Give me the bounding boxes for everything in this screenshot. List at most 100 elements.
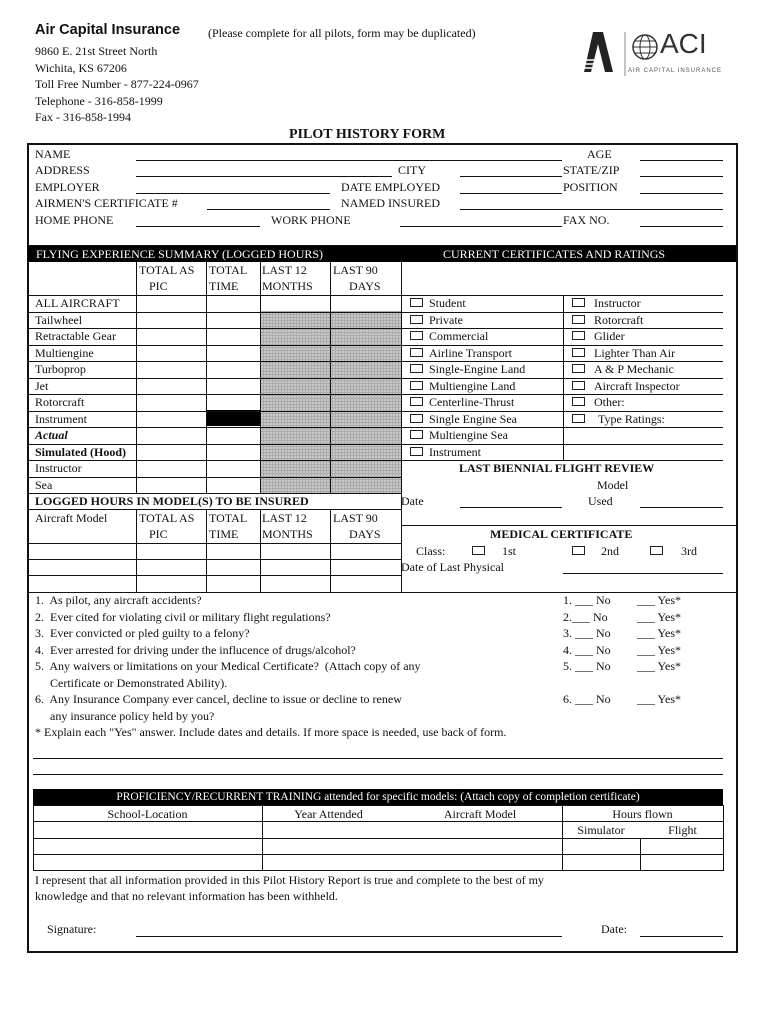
- hours-cell[interactable]: [208, 412, 258, 426]
- checkbox-0[interactable]: [410, 298, 423, 307]
- signature-field[interactable]: [136, 924, 562, 937]
- home-phone-field[interactable]: [136, 214, 260, 227]
- model-hours-cell[interactable]: [332, 576, 399, 590]
- date-field[interactable]: [640, 924, 723, 937]
- hours-cell[interactable]: [208, 362, 258, 376]
- answer-no[interactable]: 6. ___ No: [563, 692, 611, 706]
- named-insured-field[interactable]: [460, 197, 723, 210]
- checkbox-7[interactable]: [410, 413, 423, 423]
- class-1st-checkbox[interactable]: [472, 546, 485, 555]
- age-field[interactable]: [640, 148, 723, 161]
- hours-cell[interactable]: [208, 445, 258, 459]
- answer-no[interactable]: 3. ___ No: [563, 626, 611, 640]
- answer-yes[interactable]: ___ Yes*: [637, 593, 681, 607]
- model-hours-cell[interactable]: [332, 560, 399, 574]
- hours-cell[interactable]: [208, 346, 258, 360]
- hours-cell[interactable]: [138, 395, 204, 409]
- last-physical-field[interactable]: [563, 561, 723, 574]
- state-zip-field[interactable]: [640, 164, 723, 177]
- model-hours-cell[interactable]: [332, 544, 399, 558]
- checkbox-4[interactable]: [410, 364, 423, 373]
- checkbox-right-5[interactable]: [572, 380, 585, 390]
- training-cell[interactable]: [35, 839, 260, 853]
- model-hours-cell[interactable]: [208, 560, 258, 574]
- hours-cell[interactable]: [138, 296, 204, 310]
- model-hours-cell[interactable]: [138, 560, 204, 574]
- answer-yes[interactable]: ___ Yes*: [637, 659, 681, 673]
- name-field[interactable]: [136, 148, 562, 161]
- city-field[interactable]: [460, 164, 562, 177]
- checkbox-1[interactable]: [410, 314, 423, 324]
- checkbox-right-3[interactable]: [572, 347, 585, 357]
- hours-cell[interactable]: [332, 296, 399, 310]
- hours-cell[interactable]: [208, 461, 258, 475]
- hours-cell[interactable]: [138, 412, 204, 426]
- hours-cell[interactable]: [138, 478, 204, 492]
- model-hours-cell[interactable]: [29, 544, 134, 558]
- checkbox-8[interactable]: [410, 430, 423, 439]
- address-field[interactable]: [136, 164, 392, 177]
- checkbox-right-6[interactable]: [572, 397, 585, 406]
- answer-no[interactable]: 1. ___ No: [563, 593, 611, 607]
- date-employed-field[interactable]: [460, 181, 562, 194]
- hours-cell[interactable]: [208, 313, 258, 327]
- training-cell[interactable]: [564, 855, 638, 869]
- checkbox-6[interactable]: [410, 397, 423, 406]
- model-hours-cell[interactable]: [29, 576, 134, 590]
- hours-cell[interactable]: [208, 428, 258, 442]
- training-cell[interactable]: [564, 839, 638, 853]
- training-cell[interactable]: [35, 855, 260, 869]
- training-cell[interactable]: [642, 839, 721, 853]
- class-2nd-checkbox[interactable]: [572, 546, 585, 555]
- answer-yes[interactable]: ___ Yes*: [637, 610, 681, 624]
- hours-cell[interactable]: [138, 313, 204, 327]
- hours-cell[interactable]: [138, 346, 204, 360]
- training-cell[interactable]: [642, 855, 721, 869]
- hours-cell[interactable]: [138, 445, 204, 459]
- checkbox-right-7[interactable]: [572, 413, 585, 423]
- checkbox-right-0[interactable]: [572, 298, 585, 307]
- checkbox-3[interactable]: [410, 347, 423, 357]
- fax-no-field[interactable]: [640, 214, 723, 227]
- checkbox-right-2[interactable]: [572, 331, 585, 340]
- checkbox-right-1[interactable]: [572, 314, 585, 324]
- hours-cell[interactable]: [138, 329, 204, 343]
- biennial-date-field[interactable]: [460, 495, 562, 508]
- class-3rd-checkbox[interactable]: [650, 546, 663, 555]
- model-hours-cell[interactable]: [262, 544, 328, 558]
- airmen-certificate-field[interactable]: [207, 197, 330, 210]
- hours-cell[interactable]: [262, 296, 328, 310]
- hours-cell[interactable]: [208, 296, 258, 310]
- explanation-line-1[interactable]: [33, 746, 723, 759]
- employer-field[interactable]: [136, 181, 330, 194]
- hours-cell[interactable]: [208, 395, 258, 409]
- model-hours-cell[interactable]: [138, 576, 204, 590]
- answer-no[interactable]: 5. ___ No: [563, 659, 611, 673]
- work-phone-field[interactable]: [400, 214, 562, 227]
- answer-yes[interactable]: ___ Yes*: [637, 692, 681, 706]
- answer-yes[interactable]: ___ Yes*: [637, 626, 681, 640]
- hours-cell[interactable]: [208, 478, 258, 492]
- hours-cell[interactable]: [138, 428, 204, 442]
- answer-no[interactable]: 4. ___ No: [563, 643, 611, 657]
- hours-cell[interactable]: [208, 379, 258, 393]
- hours-cell[interactable]: [138, 379, 204, 393]
- model-hours-cell[interactable]: [208, 544, 258, 558]
- model-hours-cell[interactable]: [262, 560, 328, 574]
- hours-cell[interactable]: [208, 329, 258, 343]
- checkbox-9[interactable]: [410, 446, 423, 456]
- explanation-line-2[interactable]: [33, 762, 723, 775]
- biennial-model-field[interactable]: [640, 495, 723, 508]
- hours-cell[interactable]: [138, 461, 204, 475]
- model-hours-cell[interactable]: [262, 576, 328, 590]
- checkbox-2[interactable]: [410, 331, 423, 340]
- hours-cell[interactable]: [138, 362, 204, 376]
- position-field[interactable]: [640, 181, 723, 194]
- model-hours-cell[interactable]: [29, 560, 134, 574]
- checkbox-5[interactable]: [410, 380, 423, 390]
- training-cell[interactable]: [264, 839, 560, 853]
- answer-no[interactable]: 2.___ No: [563, 610, 608, 624]
- checkbox-right-4[interactable]: [572, 364, 585, 373]
- answer-yes[interactable]: ___ Yes*: [637, 643, 681, 657]
- training-cell[interactable]: [264, 855, 560, 869]
